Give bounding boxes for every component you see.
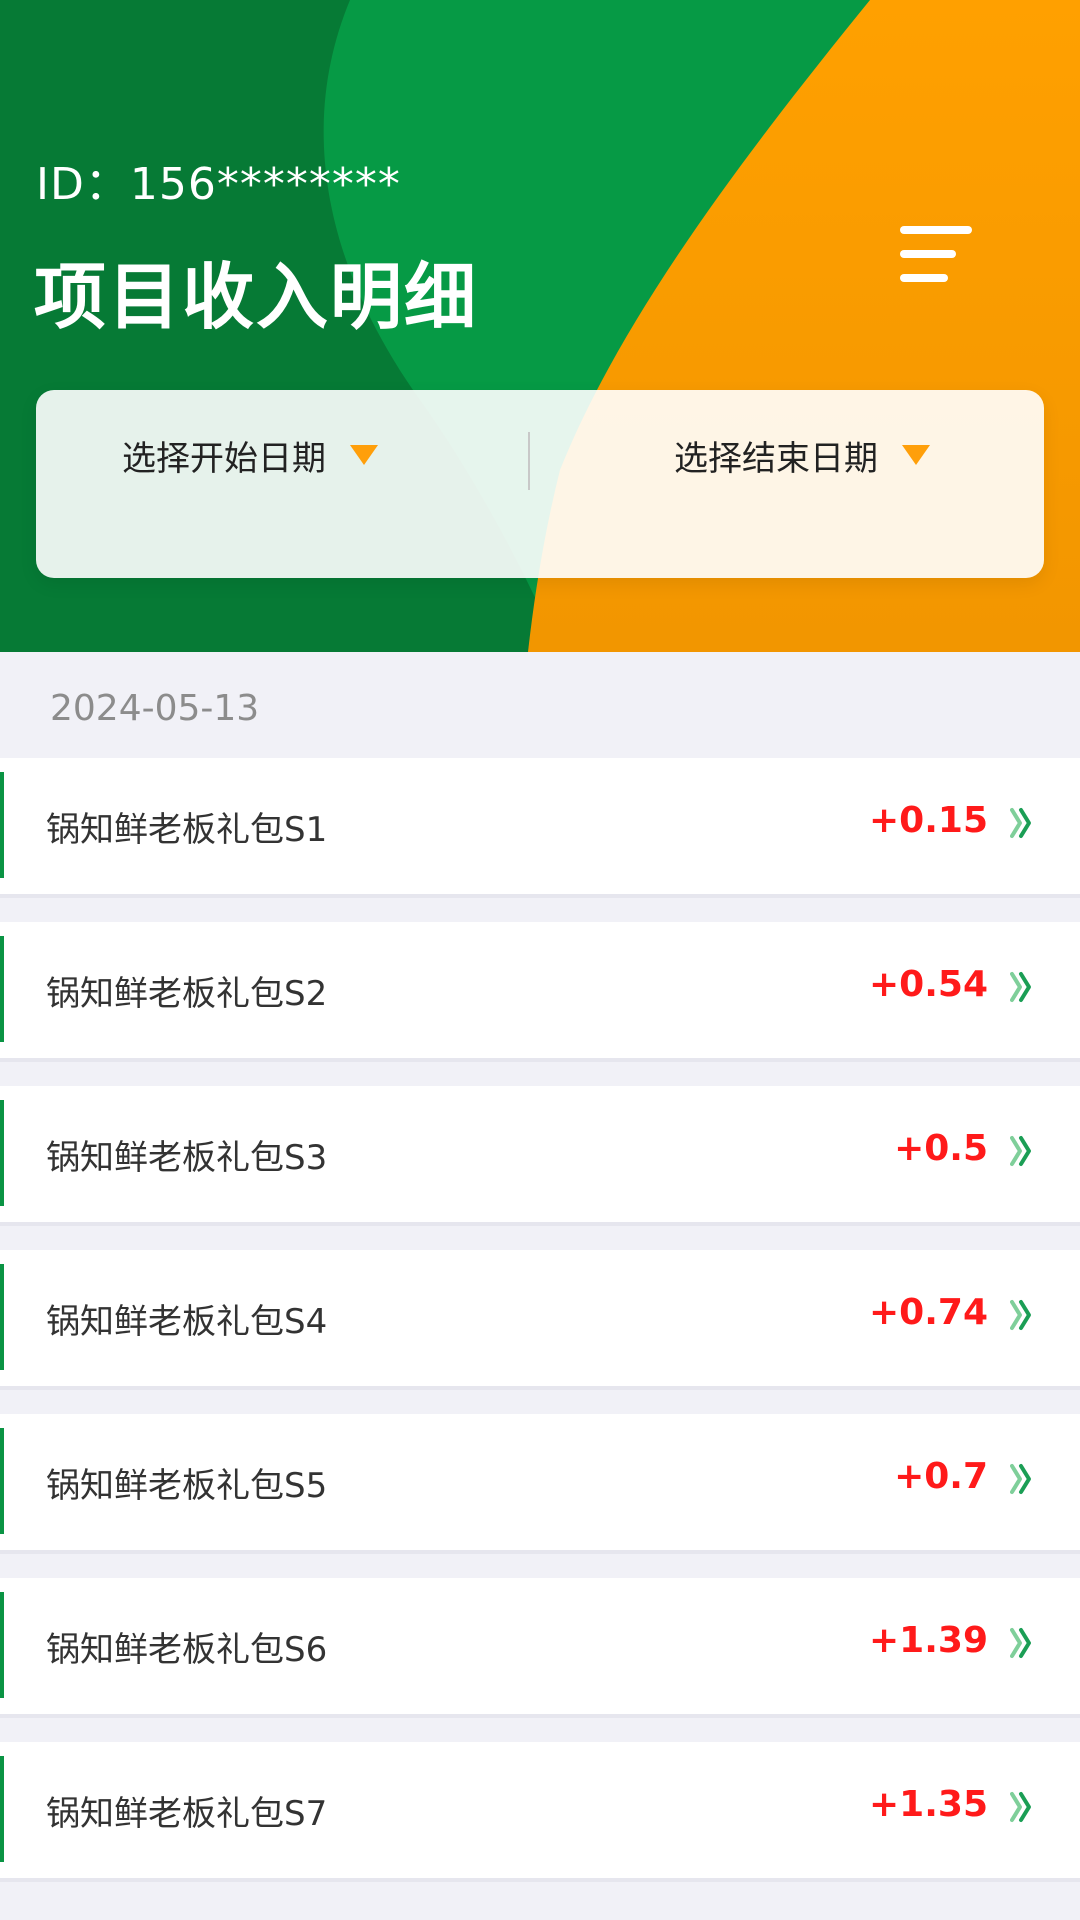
item-name: 锅知鲜老板礼包S3 <box>46 1138 328 1178</box>
item-accent-bar <box>0 772 4 878</box>
start-date-label: 选择开始日期 <box>122 438 326 479</box>
item-name: 锅知鲜老板礼包S1 <box>46 810 328 850</box>
item-amount: +0.74 <box>869 1292 988 1333</box>
list-item[interactable]: 锅知鲜老板礼包S6 +1.39 <box>0 1578 1080 1714</box>
double-chevron-right-icon <box>1010 808 1031 838</box>
date-filter: 选择开始日期 选择结束日期 <box>36 390 1044 578</box>
user-id: ID：156******** <box>36 148 401 212</box>
item-name: 锅知鲜老板礼包S7 <box>46 1794 328 1834</box>
income-list: 锅知鲜老板礼包S1 +0.15 锅知鲜老板礼包S2 +0.54 锅知鲜老板礼包S3 +0.… <box>0 758 1080 1906</box>
list-item[interactable]: 锅知鲜老板礼包S2 +0.54 <box>0 922 1080 1058</box>
item-amount: +1.39 <box>869 1620 988 1661</box>
list-item[interactable]: 锅知鲜老板礼包S1 +0.15 <box>0 758 1080 894</box>
page-title: 项目收入明细 <box>34 255 479 339</box>
list-item[interactable]: 锅知鲜老板礼包S7 +1.35 <box>0 1742 1080 1878</box>
double-chevron-right-icon <box>1010 1628 1031 1658</box>
item-accent-bar <box>0 1264 4 1370</box>
filter-divider <box>528 432 530 490</box>
list-item[interactable]: 锅知鲜老板礼包S4 +0.74 <box>0 1250 1080 1386</box>
double-chevron-right-icon <box>1010 1300 1031 1330</box>
item-name: 锅知鲜老板礼包S6 <box>46 1630 328 1670</box>
item-accent-bar <box>0 1756 4 1862</box>
date-group-header: 2024-05-13 <box>50 688 260 729</box>
user-id-label: ID： <box>36 159 130 210</box>
double-chevron-right-icon <box>1010 1792 1031 1822</box>
double-chevron-right-icon <box>1010 1136 1031 1166</box>
double-chevron-right-icon <box>1010 1464 1031 1494</box>
item-amount: +1.35 <box>869 1784 988 1825</box>
item-amount: +0.5 <box>894 1128 988 1169</box>
end-date-button[interactable]: 选择结束日期 <box>674 430 930 480</box>
end-date-label: 选择结束日期 <box>674 438 878 479</box>
list-item[interactable]: 锅知鲜老板礼包S5 +0.7 <box>0 1414 1080 1550</box>
item-amount: +0.7 <box>894 1456 988 1497</box>
user-id-value: 156******** <box>129 159 401 210</box>
header: ID：156******** 项目收入明细 选择开始日期 选择结束日期 <box>0 0 1080 652</box>
item-name: 锅知鲜老板礼包S2 <box>46 974 328 1014</box>
item-accent-bar <box>0 1428 4 1534</box>
menu-icon[interactable] <box>896 222 976 292</box>
item-amount: +0.54 <box>869 964 988 1005</box>
caret-down-icon <box>350 445 378 465</box>
item-amount: +0.15 <box>869 800 988 841</box>
list-item[interactable]: 锅知鲜老板礼包S3 +0.5 <box>0 1086 1080 1222</box>
caret-down-icon <box>902 445 930 465</box>
item-name: 锅知鲜老板礼包S5 <box>46 1466 328 1506</box>
double-chevron-right-icon <box>1010 972 1031 1002</box>
item-accent-bar <box>0 936 4 1042</box>
start-date-button[interactable]: 选择开始日期 <box>122 430 378 480</box>
item-name: 锅知鲜老板礼包S4 <box>46 1302 328 1342</box>
menu-icon-glyph <box>900 226 972 282</box>
item-accent-bar <box>0 1592 4 1698</box>
item-accent-bar <box>0 1100 4 1206</box>
